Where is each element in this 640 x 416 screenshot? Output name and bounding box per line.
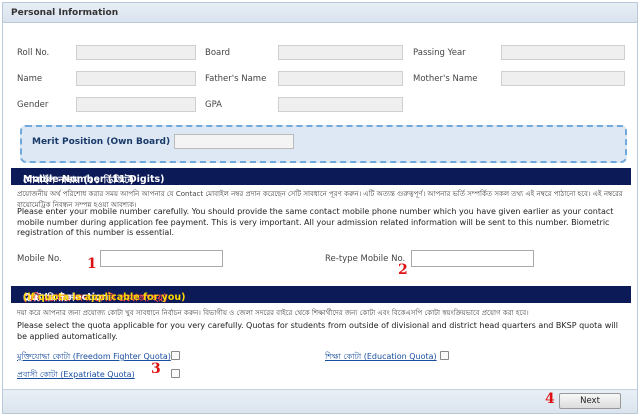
fathers-name-label: Father's Name [205, 74, 267, 84]
panel-title: Personal Information [11, 8, 119, 18]
roll-no-field [76, 45, 196, 60]
gpa-field [278, 97, 403, 112]
gender-label: Gender [17, 100, 49, 110]
education-quota-label[interactable]: শিক্ষা কোটা (Education Quota) [325, 351, 437, 364]
merit-position-label: Merit Position (Own Board) [32, 137, 171, 147]
retype-mobile-input[interactable] [411, 250, 534, 267]
education-quota-checkbox[interactable] [440, 351, 449, 360]
retype-mobile-label: Re-type Mobile No. [325, 254, 406, 264]
passing-year-label: Passing Year [413, 48, 466, 58]
mobile-no-input[interactable] [100, 250, 223, 267]
gpa-label: GPA [205, 100, 222, 110]
personal-info-panel: Personal Information Roll No. Board Pass… [2, 2, 638, 414]
board-field [278, 45, 403, 60]
mobile-instruction-en: Please enter your mobile number carefull… [17, 207, 614, 237]
marker-1: 1 [87, 256, 97, 272]
freedom-fighter-quota-checkbox[interactable] [171, 351, 180, 360]
passing-year-field [501, 45, 625, 60]
name-field [76, 71, 196, 86]
merit-position-box: Merit Position (Own Board) [20, 125, 627, 163]
name-label: Name [17, 74, 43, 84]
expatriate-quota-label[interactable]: প্রবাসী কোটা (Expatriate Quota) [17, 369, 135, 382]
board-label: Board [205, 48, 230, 58]
mothers-name-field [501, 71, 625, 86]
expatriate-quota-checkbox[interactable] [171, 369, 180, 378]
quota-header-en-note: (if quota is applicable for you) [23, 292, 186, 303]
merit-position-field [174, 134, 294, 149]
gender-field [76, 97, 196, 112]
roll-no-label: Roll No. [17, 48, 50, 58]
next-button[interactable]: Next [559, 393, 621, 409]
quota-section-header: কোটা নির্বাচন (যদি তোমার জন্য কোটা প্রযো… [11, 286, 631, 304]
marker-2: 2 [398, 262, 408, 278]
quota-instruction-bn: দয়া করে আপনার জন্য প্রযোজ্য কোটা খুব সা… [17, 309, 529, 317]
form-footer [3, 389, 637, 413]
mobile-section-header: মোবাইল নাম্বার (১১ ডিজিট) Mobile Number … [11, 168, 631, 186]
mobile-header-en: Mobile Number (11 Digits) [23, 174, 165, 185]
panel-header: Personal Information [3, 3, 637, 23]
mothers-name-label: Mother's Name [413, 74, 478, 84]
marker-3: 3 [151, 361, 161, 377]
mobile-no-label: Mobile No. [17, 254, 62, 264]
quota-instruction-en: Please select the quota applicable for y… [17, 321, 618, 341]
freedom-fighter-quota-label[interactable]: মুক্তিযোদ্ধা কোটা (Freedom Fighter Quota… [17, 351, 171, 364]
marker-4: 4 [545, 391, 555, 407]
fathers-name-field [278, 71, 403, 86]
